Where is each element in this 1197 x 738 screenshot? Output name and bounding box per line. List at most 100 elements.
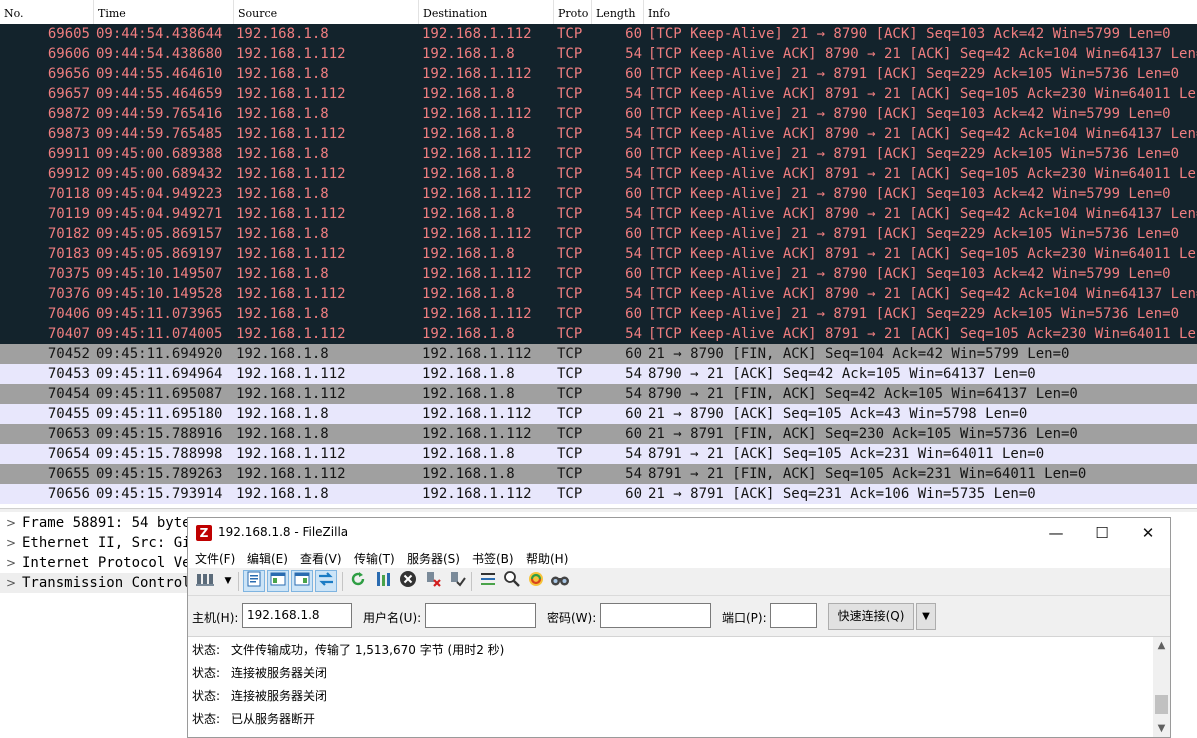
- packet-row[interactable]: 70376 09:45:10.149528 192.168.1.112 192.168…: [0, 284, 1197, 304]
- packet-row[interactable]: 69605 09:44:54.438644 192.168.1.8 192.168.1…: [0, 24, 1197, 44]
- packet-number: 70454: [47, 386, 90, 402]
- tree-item-ethernet[interactable]: > Ethernet II, Src: Gig: [0, 533, 190, 553]
- scroll-up-icon[interactable]: ▲: [1153, 637, 1170, 654]
- password-input[interactable]: [600, 603, 711, 628]
- packet-row[interactable]: 70453 09:45:11.694964 192.168.1.112 192.168…: [0, 364, 1197, 384]
- packet-row[interactable]: 70375 09:45:10.149507 192.168.1.8 192.168.1…: [0, 264, 1197, 284]
- packet-length: 54: [625, 366, 642, 382]
- packet-protocol: TCP: [557, 126, 583, 142]
- menu-transfer[interactable]: 传输(T): [354, 550, 395, 567]
- quickconnect-history-dropdown[interactable]: ▼: [916, 603, 936, 630]
- packet-row[interactable]: 69872 09:44:59.765416 192.168.1.8 192.168.1…: [0, 104, 1197, 124]
- packet-destination: 192.168.1.112: [422, 186, 532, 202]
- menu-view[interactable]: 查看(V): [300, 550, 342, 567]
- col-header-info[interactable]: Info: [644, 0, 1197, 24]
- packet-row[interactable]: 70452 09:45:11.694920 192.168.1.8 192.168.1…: [0, 344, 1197, 364]
- log-scrollbar[interactable]: ▲ ▼: [1153, 637, 1170, 737]
- site-manager-icon[interactable]: [194, 570, 216, 592]
- packet-row[interactable]: 70183 09:45:05.869197 192.168.1.112 192.168…: [0, 244, 1197, 264]
- process-queue-icon[interactable]: [372, 570, 394, 592]
- packet-destination: 192.168.1.8: [422, 126, 515, 142]
- packet-list[interactable]: No. Time Source Destination Proto Length…: [0, 0, 1197, 508]
- packet-source: 192.168.1.8: [236, 226, 329, 242]
- menu-help[interactable]: 帮助(H): [526, 550, 568, 567]
- packet-row[interactable]: 70407 09:45:11.074005 192.168.1.112 192.168…: [0, 324, 1197, 344]
- col-header-no[interactable]: No.: [0, 0, 94, 24]
- toggle-local-tree-icon[interactable]: [267, 570, 289, 592]
- expand-arrow-icon[interactable]: >: [0, 513, 22, 533]
- packet-info: [TCP Keep-Alive] 21 → 8791 [ACK] Seq=229…: [648, 226, 1180, 242]
- tree-item-ip[interactable]: > Internet Protocol Ver: [0, 553, 190, 573]
- expand-arrow-icon[interactable]: >: [0, 533, 22, 553]
- sync-browsing-icon[interactable]: [525, 570, 547, 592]
- packet-time: 09:45:00.689432: [96, 166, 223, 182]
- col-header-destination[interactable]: Destination: [419, 0, 554, 24]
- packet-row[interactable]: 69912 09:45:00.689432 192.168.1.112 192.168…: [0, 164, 1197, 184]
- disconnect-icon[interactable]: [422, 570, 444, 592]
- packet-row[interactable]: 70653 09:45:15.788916 192.168.1.8 192.168.1…: [0, 424, 1197, 444]
- filezilla-window[interactable]: Z 192.168.1.8 - FileZilla — ☐ ✕ 文件(F) 编辑…: [187, 517, 1171, 738]
- maximize-button[interactable]: ☐: [1079, 518, 1125, 548]
- minimize-button[interactable]: —: [1033, 518, 1079, 548]
- port-input[interactable]: [770, 603, 817, 628]
- message-log[interactable]: 状态: 文件传输成功，传输了 1,513,670 字节 (用时2 秒) 状态: 连接…: [188, 637, 1170, 737]
- menu-edit[interactable]: 编辑(E): [247, 550, 288, 567]
- directory-compare-icon[interactable]: [501, 570, 523, 592]
- packet-source: 192.168.1.112: [236, 46, 346, 62]
- packet-row[interactable]: 70654 09:45:15.788998 192.168.1.112 192.168…: [0, 444, 1197, 464]
- packet-row[interactable]: 70454 09:45:11.695087 192.168.1.112 192.168…: [0, 384, 1197, 404]
- menu-file[interactable]: 文件(F): [195, 550, 235, 567]
- menu-bookmarks[interactable]: 书签(B): [472, 550, 514, 567]
- directory-filter-icon[interactable]: [477, 570, 499, 592]
- packet-length: 60: [625, 426, 642, 442]
- packet-number: 70407: [47, 326, 90, 342]
- packet-row[interactable]: 69606 09:44:54.438680 192.168.1.112 192.168…: [0, 44, 1197, 64]
- packet-length: 60: [625, 406, 642, 422]
- expand-arrow-icon[interactable]: >: [0, 573, 22, 593]
- toggle-transfer-queue-icon[interactable]: [315, 570, 337, 592]
- packet-protocol: TCP: [557, 186, 583, 202]
- log-line: 状态: 连接被服务器关闭: [192, 687, 327, 704]
- username-input[interactable]: [425, 603, 536, 628]
- packet-row[interactable]: 70118 09:45:04.949223 192.168.1.8 192.168.1…: [0, 184, 1197, 204]
- packet-row[interactable]: 70406 09:45:11.073965 192.168.1.8 192.168.1…: [0, 304, 1197, 324]
- tree-item-label: Transmission Control: [22, 575, 190, 591]
- toggle-remote-tree-icon[interactable]: [291, 570, 313, 592]
- packet-length: 54: [625, 166, 642, 182]
- menu-server[interactable]: 服务器(S): [407, 550, 460, 567]
- refresh-icon[interactable]: [347, 570, 369, 592]
- packet-destination: 192.168.1.8: [422, 46, 515, 62]
- packet-number: 70453: [47, 366, 90, 382]
- col-header-source[interactable]: Source: [234, 0, 419, 24]
- host-input[interactable]: 192.168.1.8: [242, 603, 352, 628]
- search-remote-files-icon[interactable]: [549, 570, 571, 592]
- packet-row[interactable]: 69873 09:44:59.765485 192.168.1.112 192.168…: [0, 124, 1197, 144]
- packet-length: 54: [625, 246, 642, 262]
- cancel-operation-icon[interactable]: [397, 570, 419, 592]
- packet-row[interactable]: 69657 09:44:55.464659 192.168.1.112 192.168…: [0, 84, 1197, 104]
- expand-arrow-icon[interactable]: >: [0, 553, 22, 573]
- packet-time: 09:44:54.438644: [96, 26, 223, 42]
- packet-row[interactable]: 69911 09:45:00.689388 192.168.1.8 192.168.1…: [0, 144, 1197, 164]
- toggle-message-log-icon[interactable]: [243, 570, 265, 592]
- col-header-length[interactable]: Length: [592, 0, 644, 24]
- scroll-thumb[interactable]: [1155, 695, 1168, 714]
- packet-row[interactable]: 70655 09:45:15.789263 192.168.1.112 192.168…: [0, 464, 1197, 484]
- close-button[interactable]: ✕: [1125, 518, 1170, 548]
- packet-row[interactable]: 70119 09:45:04.949271 192.168.1.112 192.168…: [0, 204, 1197, 224]
- reconnect-icon[interactable]: [446, 570, 468, 592]
- col-header-protocol[interactable]: Proto: [554, 0, 592, 24]
- packet-time: 09:45:04.949223: [96, 186, 223, 202]
- title-bar[interactable]: Z 192.168.1.8 - FileZilla — ☐ ✕: [188, 518, 1170, 548]
- tree-item-frame[interactable]: > Frame 58891: 54 bytes: [0, 513, 190, 533]
- col-header-time[interactable]: Time: [94, 0, 234, 24]
- packet-row[interactable]: 69656 09:44:55.464610 192.168.1.8 192.168.1…: [0, 64, 1197, 84]
- packet-row[interactable]: 70455 09:45:11.695180 192.168.1.8 192.168.1…: [0, 404, 1197, 424]
- packet-row[interactable]: 70182 09:45:05.869157 192.168.1.8 192.168.1…: [0, 224, 1197, 244]
- site-manager-dropdown-icon[interactable]: ▼: [217, 570, 239, 592]
- packet-row[interactable]: 70656 09:45:15.793914 192.168.1.8 192.168.1…: [0, 484, 1197, 504]
- scroll-down-icon[interactable]: ▼: [1153, 720, 1170, 737]
- filezilla-logo-icon: Z: [196, 525, 212, 541]
- tree-item-tcp[interactable]: > Transmission Control: [0, 573, 190, 593]
- quickconnect-button[interactable]: 快速连接(Q): [828, 603, 914, 630]
